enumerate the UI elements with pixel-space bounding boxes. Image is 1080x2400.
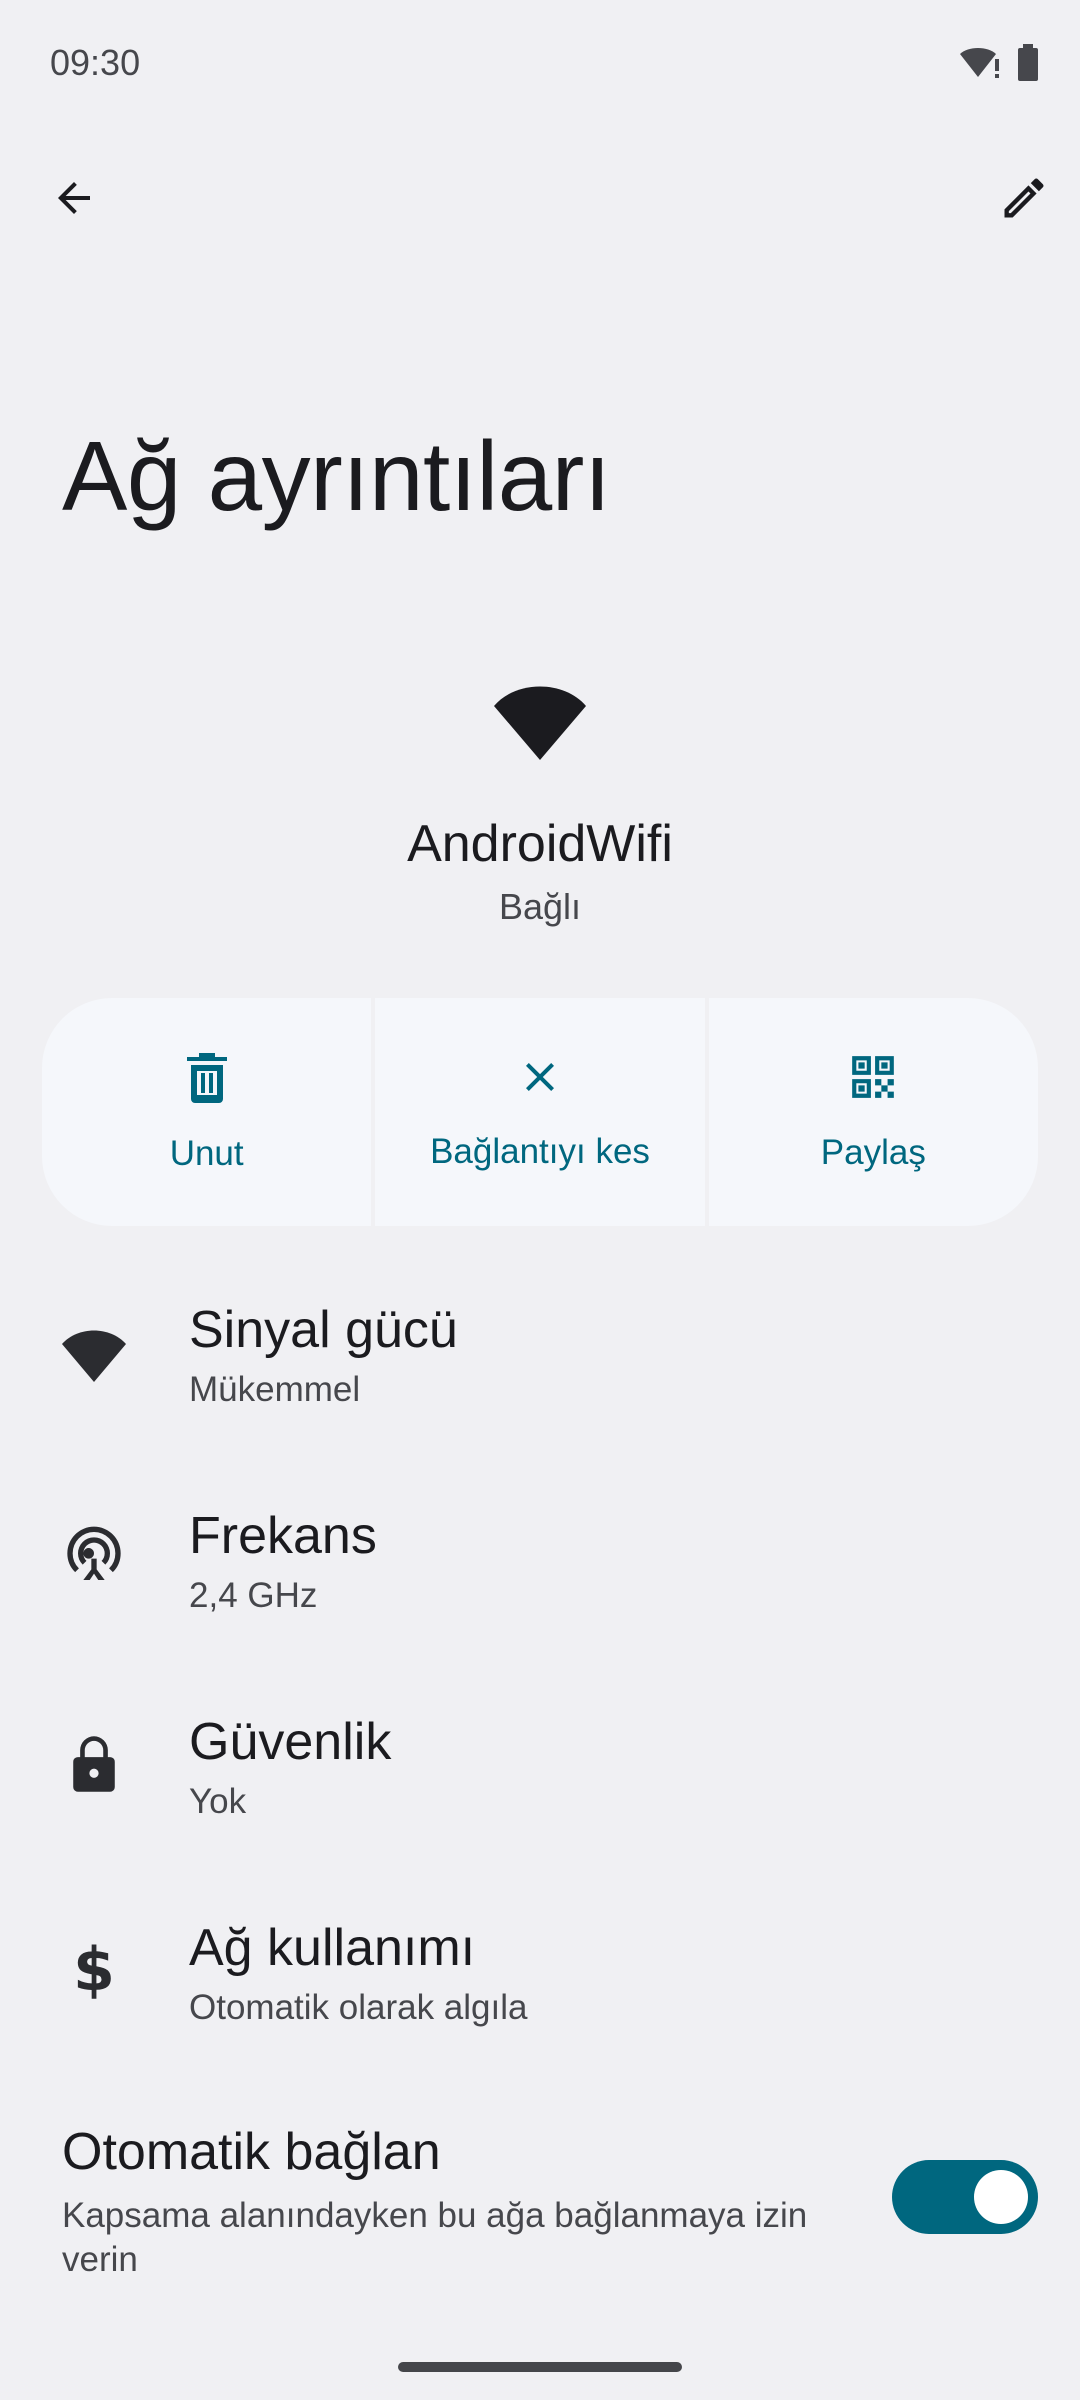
dollar-icon: $ — [58, 1932, 130, 2004]
signal-strength-row[interactable]: Sinyal gücü Mükemmel — [0, 1280, 1080, 1480]
security-summary: Yok — [189, 1782, 247, 1821]
network-details-screen: 09:30 Ağ ayrıntıları AndroidWifi Bağlı U… — [0, 0, 1080, 2400]
signal-strength-title: Sinyal gücü — [189, 1301, 458, 1359]
signal-strength-summary: Mükemmel — [189, 1370, 361, 1409]
network-status: Bağlı — [498, 886, 582, 927]
share-button[interactable]: Paylaş — [708, 998, 1038, 1226]
pencil-edit-icon — [998, 172, 1050, 229]
wifi-icon — [494, 686, 586, 765]
network-usage-summary: Otomatik olarak algıla — [189, 1988, 528, 2027]
frequency-summary: 2,4 GHz — [189, 1576, 318, 1615]
status-time: 09:30 — [50, 42, 141, 83]
wifi-alert-icon — [958, 45, 1002, 81]
edit-button[interactable] — [976, 152, 1072, 248]
disconnect-label: Bağlantıyı kes — [430, 1131, 650, 1171]
svg-text:$: $ — [73, 1936, 115, 2000]
action-buttons: Unut Bağlantıyı kes Paylaş — [42, 998, 1038, 1226]
share-label: Paylaş — [820, 1132, 926, 1172]
qr-code-icon — [848, 1052, 898, 1133]
forget-label: Unut — [169, 1133, 244, 1173]
antenna-icon — [58, 1520, 130, 1592]
back-button[interactable] — [26, 152, 122, 248]
lock-icon — [58, 1728, 130, 1800]
security-row[interactable]: Güvenlik Yok — [0, 1692, 1080, 1892]
auto-connect-summary: Kapsama alanındayken bu ağa bağlanmaya i… — [62, 2196, 808, 2279]
close-icon — [516, 1053, 564, 1132]
auto-connect-toggle[interactable] — [892, 2160, 1038, 2234]
frequency-title: Frekans — [189, 1507, 377, 1565]
network-usage-row[interactable]: $ Ağ kullanımı Otomatik olarak algıla — [0, 1898, 1080, 2098]
wifi-icon — [58, 1320, 130, 1392]
forget-button[interactable]: Unut — [42, 998, 372, 1226]
status-icons — [958, 44, 1040, 82]
battery-icon — [1016, 44, 1040, 82]
network-usage-title: Ağ kullanımı — [189, 1919, 476, 1977]
network-name: AndroidWifi — [407, 815, 673, 873]
arrow-back-icon — [50, 174, 98, 227]
page-title: Ağ ayrıntıları — [62, 421, 611, 531]
toggle-thumb — [974, 2170, 1028, 2224]
disconnect-button[interactable]: Bağlantıyı kes — [375, 998, 705, 1226]
gesture-navigation-bar[interactable] — [398, 2362, 682, 2372]
security-title: Güvenlik — [189, 1713, 392, 1771]
trash-icon — [183, 1051, 231, 1134]
frequency-row[interactable]: Frekans 2,4 GHz — [0, 1486, 1080, 1686]
auto-connect-title: Otomatik bağlan — [62, 2123, 441, 2181]
